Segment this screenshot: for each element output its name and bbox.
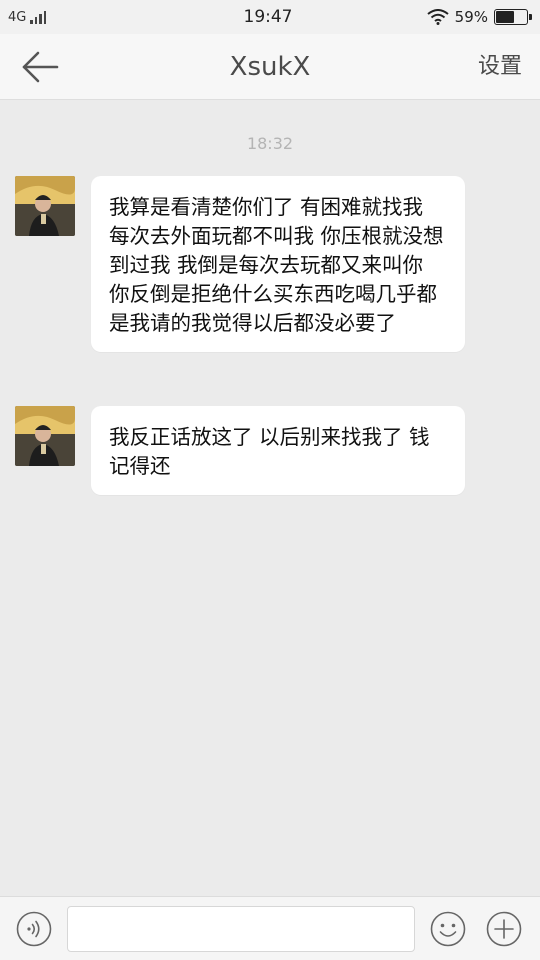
battery-icon [494, 9, 532, 25]
wifi-icon [427, 9, 449, 25]
status-left: 4G [8, 10, 158, 25]
message-bubble[interactable]: 我算是看清楚你们了 有困难就找我 每次去外面玩都不叫我 你压根就没想到过我 我倒… [91, 176, 465, 352]
avatar[interactable] [15, 176, 75, 236]
plus-icon [486, 911, 522, 947]
signal-icon [30, 10, 47, 24]
battery-percent: 59% [454, 8, 488, 26]
avatar[interactable] [15, 406, 75, 466]
network-type: 4G [8, 9, 27, 25]
status-time: 19:47 [243, 7, 293, 27]
avatar-photo-icon [15, 176, 75, 236]
status-right: 59% [378, 8, 532, 26]
chat-screen: 4G 19:47 59% XsukX 设置 18:32 我算是看清楚你们了 有困… [0, 0, 540, 960]
settings-button[interactable]: 设置 [478, 34, 522, 100]
input-bar [0, 896, 540, 960]
emoji-icon [430, 911, 466, 947]
more-button[interactable] [486, 911, 522, 947]
message-bubble[interactable]: 我反正话放这了 以后别来找我了 钱记得还 [91, 406, 465, 495]
page-title: XsukX [229, 52, 311, 82]
nav-bar: XsukX 设置 [0, 34, 540, 100]
voice-icon [16, 911, 52, 947]
battery-fill [496, 11, 514, 23]
avatar-photo-icon [15, 406, 75, 466]
chat-area[interactable]: 18:32 我算是看清楚你们了 有困难就找我 每次去外面玩都不叫我 你压根就没想… [0, 100, 540, 896]
back-arrow-icon [22, 51, 59, 83]
message-input[interactable] [67, 906, 415, 952]
status-bar: 4G 19:47 59% [0, 0, 540, 34]
voice-button[interactable] [16, 911, 52, 947]
message-timestamp: 18:32 [246, 134, 294, 153]
emoji-button[interactable] [430, 911, 466, 947]
back-button[interactable] [20, 50, 60, 84]
